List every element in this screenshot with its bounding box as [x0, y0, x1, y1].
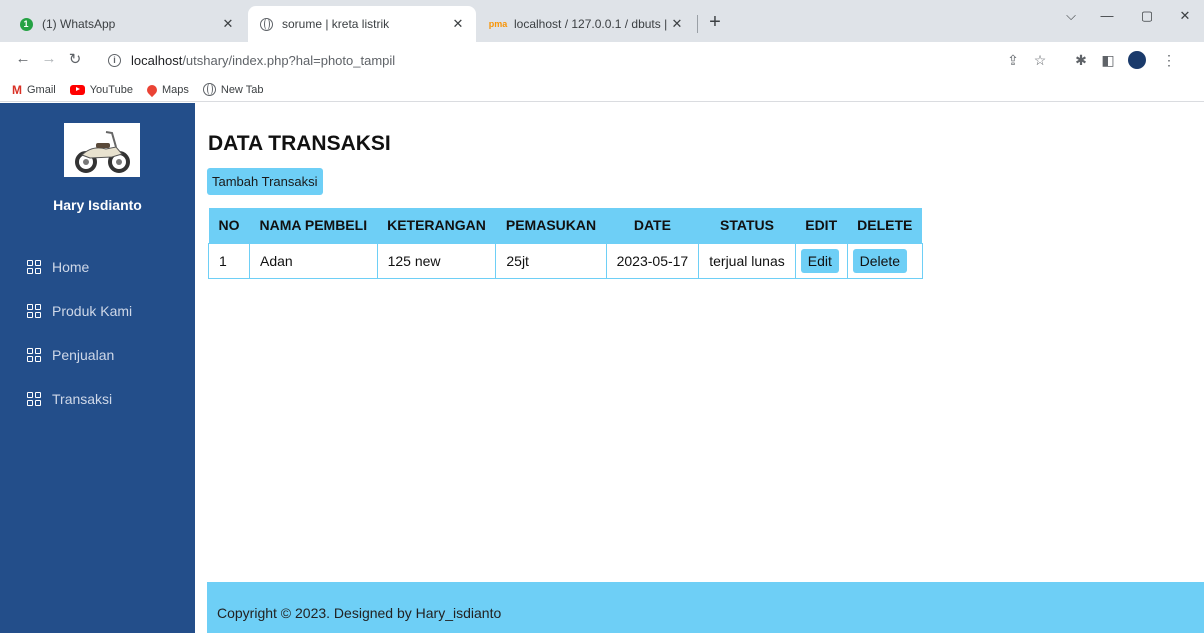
tab-separator: [697, 15, 698, 33]
cell-date: 2023-05-17: [605, 242, 700, 279]
cell-keterangan: 125 new: [376, 242, 497, 279]
bookmark-youtube[interactable]: YouTube: [69, 84, 133, 96]
sidebar-item-label: Penjualan: [52, 347, 115, 363]
grid-icon: [27, 348, 41, 362]
footer: Copyright © 2023. Designed by Hary_isdia…: [207, 582, 1204, 633]
share-icon[interactable]: ⇪: [1004, 51, 1022, 69]
footer-copyright: Copyright © 2023. Designed by Hary_isdia…: [217, 604, 502, 621]
sidebar-menu: Home Produk Kami Penjualan Transaksi: [27, 245, 132, 421]
tab-title: (1) WhatsApp: [42, 17, 116, 31]
table-header-row: NO NAMA PEMBELI KETERANGAN PEMASUKAN DAT…: [208, 208, 923, 243]
tab-title: localhost / 127.0.0.1 / dbuts | php: [514, 17, 669, 31]
cell-edit: Edit: [794, 242, 848, 279]
page-title: DATA TRANSAKSI: [208, 132, 391, 155]
bookmark-maps[interactable]: Maps: [144, 82, 189, 97]
globe-icon: [202, 83, 216, 96]
column-header-nama-pembeli: NAMA PEMBELI: [249, 208, 378, 243]
maps-icon: [144, 82, 160, 97]
cell-delete: Delete: [846, 242, 923, 279]
reload-icon[interactable]: ↻: [64, 50, 86, 68]
grid-icon: [27, 392, 41, 406]
tab-close-icon[interactable]: ✕: [669, 16, 685, 32]
minimize-button[interactable]: —: [1092, 8, 1122, 23]
url-host: localhost: [131, 52, 183, 68]
cell-status: terjual lunas: [698, 242, 796, 279]
sidebar-user-name: Hary Isdianto: [53, 197, 142, 213]
profile-avatar[interactable]: [1128, 51, 1146, 69]
tambah-transaksi-button[interactable]: Tambah Transaksi: [207, 168, 323, 195]
tab-sorume[interactable]: sorume | kreta listrik ✕: [248, 6, 476, 42]
globe-icon: [258, 16, 274, 32]
address-bar-row: ← → ↻ i localhost /utshary/index.php?hal…: [0, 42, 1204, 78]
side-panel-icon[interactable]: ◧: [1099, 51, 1117, 69]
column-header-edit: EDIT: [795, 208, 848, 243]
column-header-date: DATE: [606, 208, 699, 243]
sidebar: Hary Isdianto Home Produk Kami Penjualan…: [0, 103, 195, 633]
column-header-pemasukan: PEMASUKAN: [495, 208, 607, 243]
sidebar-item-label: Home: [52, 259, 90, 275]
bookmark-star-icon[interactable]: ☆: [1031, 51, 1049, 69]
gmail-icon: M: [12, 82, 22, 97]
bookmark-new-tab[interactable]: New Tab: [202, 83, 263, 96]
new-tab-button[interactable]: +: [703, 10, 727, 34]
column-header-no: NO: [208, 208, 250, 243]
sidebar-item-label: Produk Kami: [52, 303, 133, 319]
tab-title: sorume | kreta listrik: [282, 17, 390, 31]
bookmarks-bar: M Gmail YouTube Maps New Tab: [0, 78, 1204, 102]
table-row: 1 Adan 125 new 25jt 2023-05-17 terjual l…: [208, 242, 923, 279]
browser-tab-bar: 1 (1) WhatsApp ✕ sorume | kreta listrik …: [0, 0, 1204, 42]
transaksi-table: NO NAMA PEMBELI KETERANGAN PEMASUKAN DAT…: [208, 208, 923, 279]
youtube-icon: [69, 84, 85, 95]
tab-whatsapp[interactable]: 1 (1) WhatsApp ✕: [8, 6, 246, 42]
browser-menu-icon[interactable]: ⋮: [1160, 51, 1178, 69]
edit-button[interactable]: Edit: [800, 248, 839, 273]
grid-icon: [27, 260, 41, 274]
sidebar-item-label: Transaksi: [52, 391, 113, 407]
tab-phpmyadmin[interactable]: pma localhost / 127.0.0.1 / dbuts | php …: [480, 6, 695, 42]
tab-close-icon[interactable]: ✕: [450, 16, 466, 32]
sidebar-item-produk-kami[interactable]: Produk Kami: [27, 289, 132, 333]
sidebar-item-home[interactable]: Home: [27, 245, 132, 289]
forward-arrow-icon[interactable]: →: [38, 50, 60, 67]
cell-pemasukan: 25jt: [495, 242, 607, 279]
delete-button[interactable]: Delete: [852, 248, 908, 273]
sidebar-item-transaksi[interactable]: Transaksi: [27, 377, 132, 421]
tab-search-chevron-icon[interactable]: ⌵: [1056, 8, 1086, 24]
tab-close-icon[interactable]: ✕: [220, 16, 236, 32]
column-header-delete: DELETE: [847, 208, 923, 243]
cell-no: 1: [208, 242, 250, 279]
column-header-keterangan: KETERANGAN: [377, 208, 496, 243]
extensions-puzzle-icon[interactable]: ✱: [1072, 51, 1090, 69]
bookmark-gmail[interactable]: M Gmail: [12, 83, 56, 97]
phpmyadmin-icon: pma: [488, 18, 508, 29]
scooter-logo: [64, 123, 140, 177]
column-header-status: STATUS: [698, 208, 796, 243]
sidebar-item-penjualan[interactable]: Penjualan: [27, 333, 132, 377]
close-window-button[interactable]: ✕: [1170, 8, 1200, 24]
cell-nama-pembeli: Adan: [249, 242, 378, 279]
url-field[interactable]: i localhost /utshary/index.php?hal=photo…: [108, 48, 395, 72]
whatsapp-icon: 1: [18, 16, 34, 32]
grid-icon: [27, 304, 41, 318]
restore-button[interactable]: ▢: [1132, 8, 1162, 24]
site-info-icon[interactable]: i: [108, 53, 121, 67]
url-path: /utshary/index.php?hal=photo_tampil: [182, 52, 396, 68]
back-arrow-icon[interactable]: ←: [12, 50, 34, 67]
main-content: DATA TRANSAKSI Tambah Transaksi NO NAMA …: [195, 103, 1204, 633]
web-page: Hary Isdianto Home Produk Kami Penjualan…: [0, 103, 1204, 633]
